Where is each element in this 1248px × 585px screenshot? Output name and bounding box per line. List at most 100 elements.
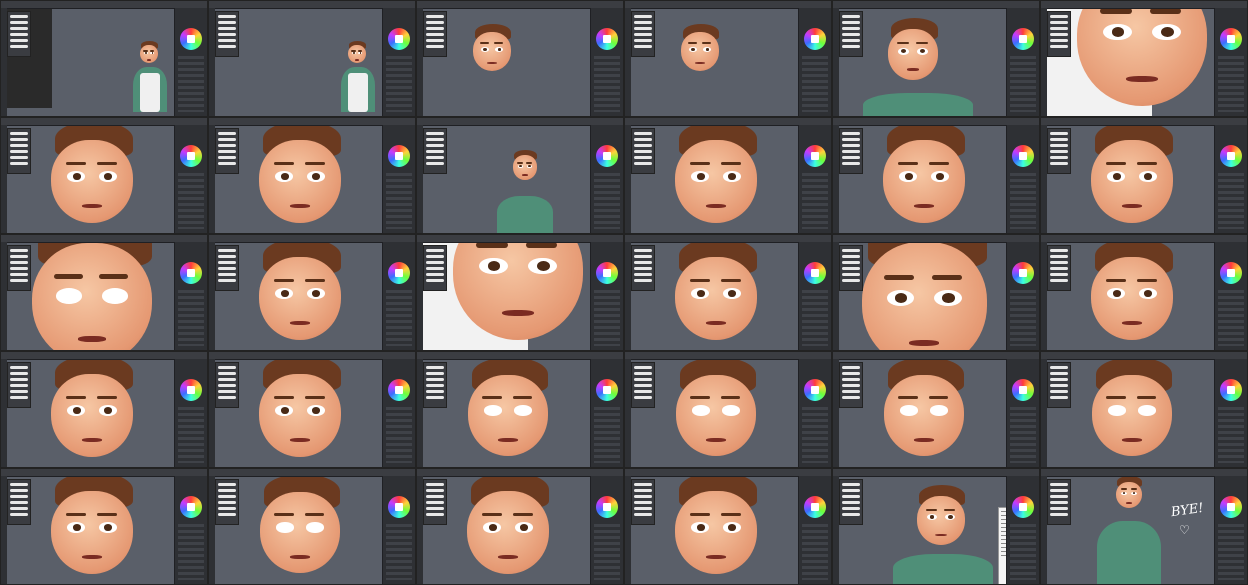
character-head [676,356,756,456]
character-head [1091,238,1173,341]
brush-stroke-preset [218,150,236,153]
right-eye [1138,405,1156,416]
brush-stroke-preset [426,132,444,135]
brush-stroke-preset [634,366,652,369]
right-eyebrow [96,512,117,516]
mouth [1126,75,1158,83]
right-eyebrow [304,513,325,517]
right-eye [722,522,741,533]
left-eye [1108,405,1126,416]
left-eye [688,46,697,52]
right-eyebrow [720,512,741,516]
brush-stroke-preset [426,249,444,252]
docker-panel [590,8,623,116]
brush-stroke-preset [10,273,28,276]
layers-panel-icon [386,290,412,346]
character-head [473,23,511,71]
left-eyebrow [925,508,938,511]
brush-stroke-preset [634,495,652,498]
brush-stroke-preset [426,27,444,30]
app-screenshot-frame [0,117,208,234]
color-wheel-icon [1220,28,1242,50]
character-head [884,356,964,456]
brush-stroke-preset [426,396,444,399]
brush-presets-icon [215,479,239,525]
character-head [51,472,133,575]
left-eyebrow [351,49,356,52]
brush-stroke-preset [10,267,28,270]
app-screenshot-frame [624,351,832,468]
left-eyebrow [884,275,915,281]
right-eyebrow [512,396,533,400]
color-wheel-icon [1012,262,1034,284]
brush-stroke-preset [1050,378,1068,381]
right-eyebrow [1136,161,1157,165]
right-eye [306,405,325,416]
left-eyebrow [689,278,710,282]
brush-stroke-preset [634,396,652,399]
left-eye [480,46,489,52]
brush-stroke-preset [218,267,236,270]
brush-stroke-preset [218,513,236,516]
brush-stroke-preset [842,483,860,486]
layers-panel-icon [1218,56,1244,112]
brush-stroke-preset [634,138,652,141]
brush-stroke-preset [426,156,444,159]
right-eye [101,288,128,304]
face [473,32,511,71]
screenshot-contact-sheet: BYE! ♡ [0,0,1248,585]
right-eyebrow [304,395,325,399]
left-eyebrow [689,512,710,516]
docker-panel [1006,125,1039,233]
character-head [259,355,341,458]
color-wheel-icon [388,379,410,401]
character-head [888,17,938,80]
color-wheel-icon [180,496,202,518]
brush-stroke-preset [218,15,236,18]
brush-stroke-preset [1050,372,1068,375]
brush-stroke-preset [634,507,652,510]
left-eye [484,405,502,416]
brush-stroke-preset [1050,396,1068,399]
left-eyebrow [65,512,86,516]
brush-stroke-preset [842,396,860,399]
brush-stroke-preset [10,15,28,18]
brush-stroke-preset [10,366,28,369]
color-wheel-icon [180,379,202,401]
brush-presets-icon [423,128,447,174]
face [259,257,341,341]
mouth [706,437,726,442]
brush-stroke-preset [634,21,652,24]
color-wheel-icon [596,262,618,284]
character-head [675,121,757,224]
brush-stroke-preset [842,378,860,381]
layers-panel-icon [1010,56,1036,112]
face [675,257,757,341]
brush-stroke-preset [218,21,236,24]
brush-stroke-preset [10,507,28,510]
face [861,242,987,350]
docker-panel [798,125,831,233]
docker-panel [1006,242,1039,350]
docker-panel [1214,359,1247,467]
face [675,140,757,224]
brush-presets-icon [839,128,863,174]
brush-stroke-preset [1050,279,1068,282]
app-screenshot-frame [208,0,416,117]
brush-stroke-preset [218,372,236,375]
color-wheel-icon [804,379,826,401]
brush-stroke-preset [426,162,444,165]
docker-panel [590,242,623,350]
brush-stroke-preset [634,45,652,48]
right-eyebrow [96,161,117,165]
brush-presets-icon [1047,245,1071,291]
character-head [861,235,987,350]
brush-stroke-preset [218,132,236,135]
brush-stroke-preset [634,378,652,381]
brush-stroke-preset [842,45,860,48]
brush-stroke-preset [10,396,28,399]
brush-stroke-preset [634,267,652,270]
brush-stroke-preset [218,27,236,30]
color-wheel-icon [1012,496,1034,518]
brush-stroke-preset [842,372,860,375]
